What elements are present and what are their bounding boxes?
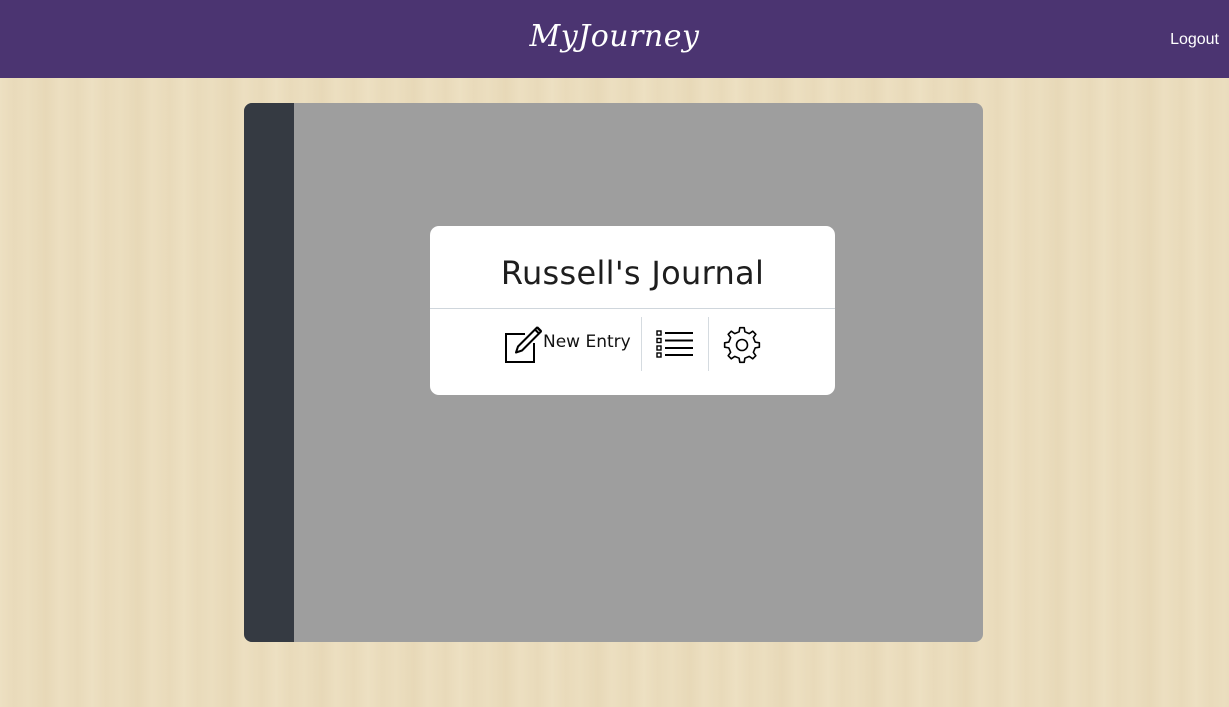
settings-button[interactable] xyxy=(723,326,761,368)
toolbar-separator xyxy=(641,317,642,371)
journal-title: Russell's Journal xyxy=(500,254,765,292)
app-brand[interactable]: MyJourney xyxy=(0,14,1229,60)
gear-icon xyxy=(723,326,761,364)
list-icon xyxy=(656,330,693,358)
toolbar-separator xyxy=(708,317,709,371)
journal-card: Russell's Journal New Entry xyxy=(430,226,835,395)
card-divider xyxy=(430,308,835,309)
new-entry-label: New Entry xyxy=(543,332,631,352)
top-navbar: MyJourney Logout xyxy=(0,0,1229,78)
journal-book: Russell's Journal New Entry xyxy=(244,103,983,642)
entries-list-button[interactable] xyxy=(656,330,694,362)
logout-link[interactable]: Logout xyxy=(1170,28,1219,52)
book-spine xyxy=(244,103,294,642)
edit-icon xyxy=(505,326,542,363)
